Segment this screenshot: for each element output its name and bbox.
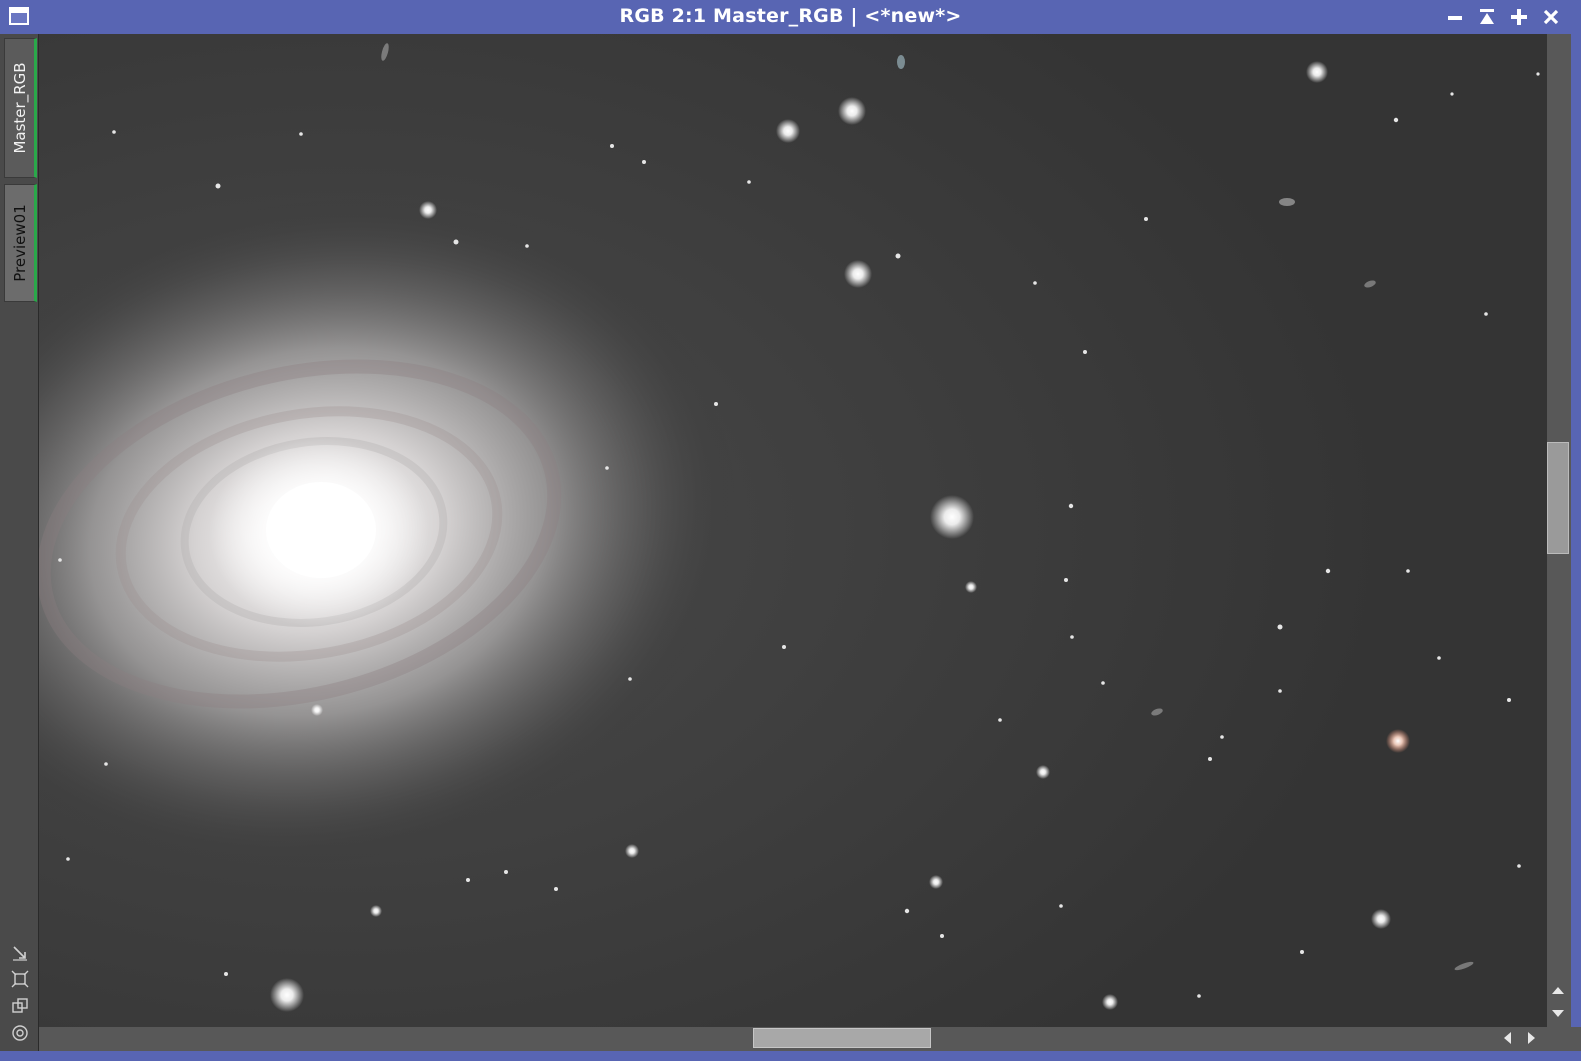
shade-icon	[1480, 9, 1494, 24]
scroll-up-button[interactable]	[1550, 982, 1566, 996]
scroll-down-button[interactable]	[1550, 1006, 1566, 1020]
scroll-right-button[interactable]	[1525, 1030, 1539, 1046]
minimize-icon	[1448, 16, 1462, 20]
target-icon	[12, 1025, 28, 1041]
horizontal-scrollbar-thumb[interactable]	[753, 1028, 931, 1048]
fit-view-button[interactable]	[11, 970, 29, 988]
vertical-scrollbar-thumb[interactable]	[1547, 442, 1569, 554]
tab-preview01-label: Preview01	[10, 204, 29, 282]
close-button[interactable]	[1538, 5, 1564, 29]
window-frame-bottom	[0, 1051, 1581, 1061]
minimize-button[interactable]	[1442, 5, 1468, 29]
close-icon	[1543, 9, 1559, 25]
target-button[interactable]	[11, 1024, 29, 1042]
tab-master-rgb-label: Master_RGB	[10, 62, 29, 154]
astro-image	[39, 34, 1547, 1027]
triangle-right-icon	[1528, 1032, 1535, 1044]
maximize-icon	[1511, 9, 1527, 25]
zoom-to-fit-button[interactable]	[11, 944, 29, 962]
triangle-left-icon	[1504, 1032, 1511, 1044]
view-side-panel: Master_RGB Preview01	[0, 34, 39, 1061]
window-title: RGB 2:1 Master_RGB | <*new*>	[619, 5, 962, 27]
clone-view-icon	[12, 998, 28, 1013]
tab-preview01[interactable]: Preview01	[4, 184, 37, 302]
vertical-scrollbar[interactable]	[1547, 34, 1581, 1027]
window-frame-right	[1571, 34, 1581, 1027]
zoom-to-fit-icon	[13, 946, 27, 961]
maximize-button[interactable]	[1506, 5, 1532, 29]
shade-button[interactable]	[1474, 5, 1500, 29]
triangle-down-icon	[1552, 1010, 1564, 1017]
fit-view-icon	[11, 970, 29, 988]
image-viewport[interactable]	[39, 34, 1547, 1027]
triangle-up-icon	[1552, 987, 1564, 994]
clone-view-button[interactable]	[11, 997, 29, 1015]
title-bar[interactable]: RGB 2:1 Master_RGB | <*new*>	[0, 0, 1581, 34]
scroll-left-button[interactable]	[1500, 1030, 1514, 1046]
tab-master-rgb[interactable]: Master_RGB	[4, 38, 37, 178]
